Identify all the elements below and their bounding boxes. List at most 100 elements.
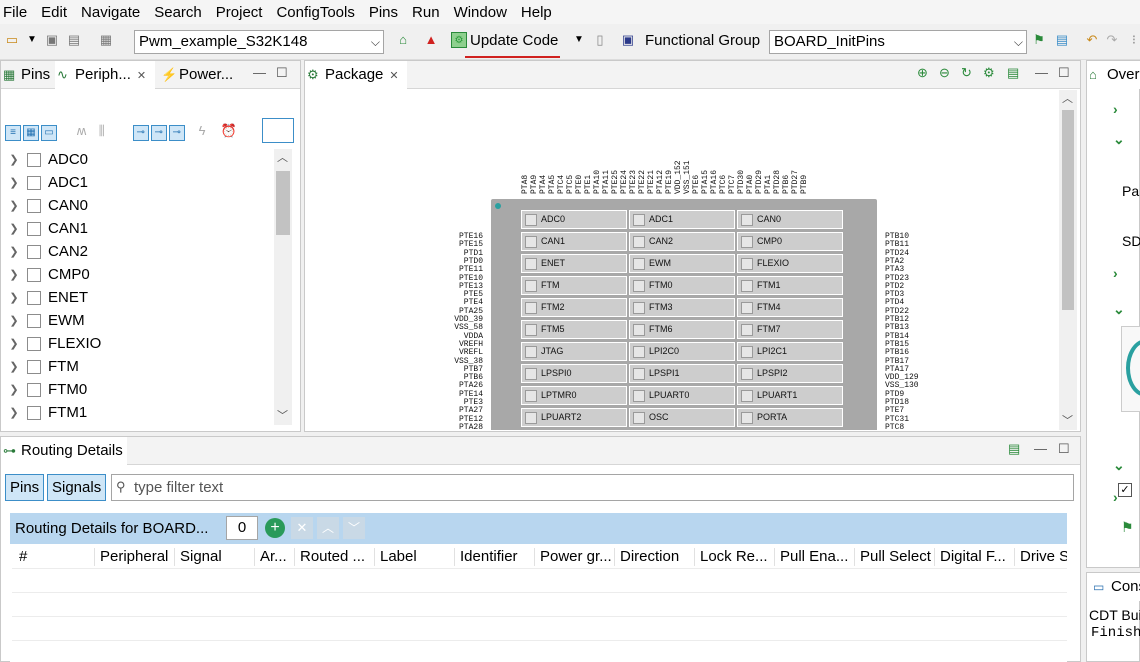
tab-overview[interactable]: ⌂ Over (1087, 61, 1140, 89)
peripheral-cell[interactable]: CAN0 (737, 210, 843, 229)
pin-label[interactable]: PTC6 (719, 175, 728, 194)
menu-configtools[interactable]: ConfigTools (276, 4, 354, 21)
list-item[interactable]: ❯ ADC1 (1, 171, 273, 194)
update-code-icon[interactable]: ⚙ (451, 32, 467, 48)
peripheral-cell[interactable]: JTAG (521, 342, 627, 361)
message-icon[interactable]: ▤ (1008, 441, 1020, 457)
pin-label[interactable]: PTA12 (656, 170, 665, 194)
peripheral-cell[interactable]: FTM1 (737, 276, 843, 295)
route-both-icon[interactable]: ⊸ (168, 125, 185, 141)
peripheral-cell[interactable]: LPI2C0 (629, 342, 735, 361)
list-item[interactable]: ❯ FLEXIO (1, 332, 273, 355)
pin-label[interactable]: PTE23 (629, 170, 638, 194)
list-item[interactable]: ❯ CAN0 (1, 194, 273, 217)
peripheral-cell[interactable]: FTM4 (737, 298, 843, 317)
peripherals-scrollbar[interactable]: ︿ ﹀ (274, 149, 292, 425)
checkbox[interactable] (27, 175, 41, 190)
peripheral-cell[interactable]: FTM3 (629, 298, 735, 317)
maximize-icon[interactable]: ☐ (1058, 65, 1070, 81)
pin-label[interactable]: PTB9 (800, 175, 809, 194)
list-item[interactable]: ❯ CAN2 (1, 240, 273, 263)
pin-label[interactable]: PTC5 (566, 175, 575, 194)
column-header[interactable]: Digital F... (934, 548, 1014, 566)
peripheral-cell[interactable]: ENET (521, 254, 627, 273)
chevron-down-icon[interactable]: ⌄ (1113, 301, 1125, 318)
pin-label[interactable]: VDD_152 (674, 160, 683, 194)
pin-label[interactable]: PTA28 (459, 423, 483, 430)
filter-pkg-icon[interactable]: ▭ (41, 125, 57, 141)
functional-group-combo[interactable]: BOARD_InitPins ⌵ (769, 30, 1027, 54)
peripheral-cell[interactable]: LPUART0 (629, 386, 735, 405)
peripheral-cell[interactable]: LPUART2 (521, 408, 627, 427)
tab-routing-details[interactable]: ⊶ Routing Details (1, 437, 127, 465)
update-code-button[interactable]: Update Code (470, 32, 558, 49)
peripheral-cell[interactable]: ADC1 (629, 210, 735, 229)
column-header[interactable]: Ar... (254, 548, 294, 566)
pin-label[interactable]: PTA1 (764, 175, 773, 194)
column-header[interactable]: Lock Re... (694, 548, 774, 566)
chip-icon[interactable]: ▣ (620, 32, 636, 48)
peripheral-cell[interactable]: OSC (629, 408, 735, 427)
chevron-right-icon[interactable]: ❯ (1, 245, 27, 258)
column-header[interactable]: Pull Ena... (774, 548, 854, 566)
signal-bars-icon[interactable]: ⫼ (99, 123, 117, 139)
column-header[interactable]: # (14, 548, 94, 566)
checkbox[interactable] (27, 336, 41, 351)
chevron-right-icon[interactable]: ❯ (1, 268, 27, 281)
pin-label[interactable]: PTA15 (701, 170, 710, 194)
move-down-icon[interactable]: ﹀ (343, 517, 365, 539)
peripheral-cell[interactable]: LPI2C1 (737, 342, 843, 361)
column-header[interactable]: Power gr... (534, 548, 614, 566)
filter-pins-icon[interactable]: ≡ (5, 125, 21, 141)
close-icon[interactable]: ✕ (137, 70, 146, 82)
lightning-icon[interactable]: ϟ (199, 123, 217, 138)
minimize-icon[interactable]: — (1035, 65, 1048, 80)
alarm-icon[interactable]: ⏰ (220, 123, 238, 139)
scrollbar-thumb[interactable] (276, 171, 290, 235)
pins-toggle-button[interactable]: Pins (5, 474, 45, 501)
menu-window[interactable]: Window (454, 4, 507, 21)
tab-power[interactable]: ⚡ Power... (159, 61, 239, 89)
pin-label[interactable]: PTE25 (611, 170, 620, 194)
chevron-right-icon[interactable]: ❯ (1, 406, 27, 419)
pin-label[interactable]: PTE21 (647, 170, 656, 194)
chevron-down-icon[interactable]: ⌄ (1113, 457, 1125, 474)
home-icon[interactable]: ⌂ (395, 32, 411, 48)
peripheral-cell[interactable]: PORTA (737, 408, 843, 427)
chevron-down-icon[interactable]: ﹀ (277, 407, 288, 423)
zoom-in-icon[interactable]: ⊕ (917, 65, 928, 81)
pin-label[interactable]: PTD29 (755, 170, 764, 194)
project-combo[interactable]: Pwm_example_S32K148 ⌵ (134, 30, 384, 54)
checkbox[interactable] (27, 152, 41, 167)
filter-chip-icon[interactable]: ▦ (23, 125, 39, 141)
route-in-icon[interactable]: ⊸ (132, 125, 149, 141)
menu-search[interactable]: Search (154, 4, 202, 21)
pin-label[interactable]: PTA4 (539, 175, 548, 194)
chevron-right-icon[interactable]: › (1113, 265, 1118, 281)
column-header[interactable]: Identifier (454, 548, 534, 566)
column-header[interactable]: Direction (614, 548, 694, 566)
checkbox[interactable] (27, 198, 41, 213)
peripheral-cell[interactable]: LPTMR0 (521, 386, 627, 405)
update-code-dropdown-icon[interactable]: ▼ (571, 32, 587, 48)
add-icon[interactable]: + (265, 518, 285, 538)
list-item[interactable]: ❯ ADC0 (1, 148, 273, 171)
list-item[interactable]: ❯ FTM1 (1, 401, 273, 424)
tab-console[interactable]: ▭Cons (1087, 573, 1140, 601)
peripheral-cell[interactable]: FTM5 (521, 320, 627, 339)
document-icon[interactable]: ▯ (592, 32, 608, 48)
pin-label[interactable]: PTD27 (791, 170, 800, 194)
checkbox[interactable] (27, 382, 41, 397)
pin-label[interactable]: PTA10 (593, 170, 602, 194)
chevron-right-icon[interactable]: ❯ (1, 153, 27, 166)
close-icon[interactable]: ✕ (389, 70, 398, 82)
column-header[interactable]: Label (374, 548, 454, 566)
peripheral-cell[interactable]: LPSPI2 (737, 364, 843, 383)
pin-label[interactable]: PTE6 (692, 175, 701, 194)
package-scrollbar[interactable]: ︿ ﹀ (1059, 90, 1077, 430)
save-all-icon[interactable]: ▤ (66, 32, 82, 48)
column-header[interactable]: Peripheral (94, 548, 174, 566)
flag-icon[interactable]: ⚑ (1031, 32, 1047, 48)
pin-label[interactable]: PTE24 (620, 170, 629, 194)
list-item[interactable]: ❯ CMP0 (1, 263, 273, 286)
